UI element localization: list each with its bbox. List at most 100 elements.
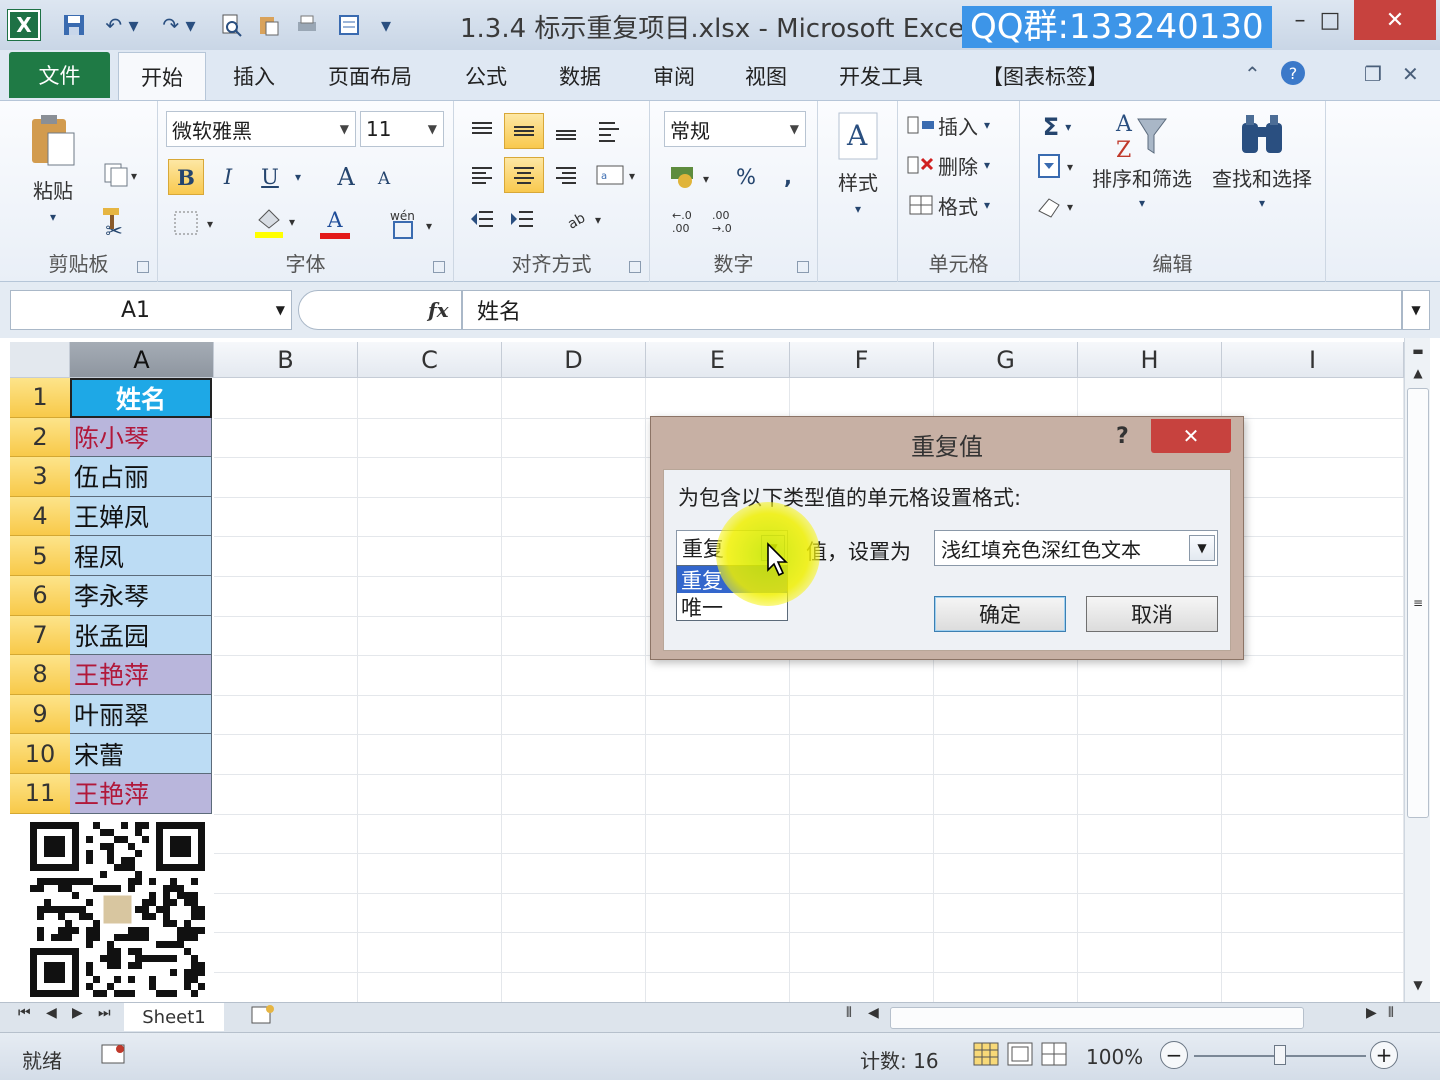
dialog-help-button[interactable]: ? [1116, 424, 1129, 449]
row-header[interactable]: 9 [10, 694, 70, 735]
next-sheet-icon[interactable]: ▶ [72, 1005, 83, 1021]
copy-icon[interactable]: ▾ [94, 159, 146, 191]
align-middle-icon[interactable] [504, 113, 544, 149]
last-sheet-icon[interactable]: ⏭ [98, 1005, 111, 1021]
format-painter-icon[interactable] [96, 201, 130, 235]
header-cell[interactable]: 姓名 [70, 378, 212, 418]
scroll-down-icon[interactable]: ▼ [1405, 972, 1431, 998]
row-header[interactable]: 2 [10, 417, 70, 458]
increase-decimal-icon[interactable]: ←.0.00 [668, 203, 704, 239]
duplicate-cell[interactable]: 王艳萍 [70, 774, 212, 814]
sheet-tab[interactable]: Sheet1 [124, 1003, 224, 1031]
h-split-icon[interactable]: ⫴ [1388, 1005, 1394, 1021]
find-select-button[interactable]: 查找和选择 ▾ [1204, 107, 1320, 237]
autosum-button[interactable]: Σ ▾ [1032, 109, 1082, 145]
close-button[interactable]: ✕ [1354, 0, 1436, 40]
underline-button[interactable]: U [252, 159, 288, 195]
table-cell[interactable]: 宋蕾 [70, 734, 212, 774]
column-header-d[interactable]: D [502, 342, 646, 378]
print-icon[interactable] [290, 10, 324, 40]
comma-style-button[interactable]: , [774, 159, 802, 195]
vertical-scrollbar[interactable]: ▬ ▲ ≡ ▼ [1404, 338, 1430, 1002]
table-cell[interactable]: 王婵凤 [70, 496, 212, 537]
table-cell[interactable]: 程凤 [70, 536, 212, 576]
column-header-b[interactable]: B [214, 342, 358, 378]
first-sheet-icon[interactable]: ⏮ [18, 1005, 31, 1021]
underline-dropdown-icon[interactable]: ▾ [288, 159, 308, 195]
tab-home[interactable]: 开始 [118, 52, 206, 100]
ok-button[interactable]: 确定 [934, 596, 1066, 632]
tab-page-layout[interactable]: 页面布局 [312, 52, 428, 100]
column-header-c[interactable]: C [358, 342, 502, 378]
delete-cells-button[interactable]: 删除 ▾ [906, 147, 1016, 183]
row-header[interactable]: 8 [10, 655, 70, 695]
clipboard-launcher-icon[interactable] [137, 261, 149, 273]
align-center-icon[interactable] [504, 157, 544, 193]
bold-button[interactable]: B [168, 159, 204, 195]
table-cell[interactable]: 叶丽翠 [70, 694, 212, 735]
shrink-font-button[interactable]: A [368, 163, 400, 195]
fill-color-icon[interactable]: ▾ [250, 203, 304, 243]
orientation-icon[interactable]: ab ▾ [560, 201, 610, 237]
scroll-left-icon[interactable]: ◀ [868, 1005, 879, 1021]
font-name-select[interactable]: 微软雅黑 ▼ [166, 111, 356, 147]
name-box[interactable]: A1 ▼ [10, 290, 292, 330]
page-layout-view-icon[interactable] [1006, 1041, 1034, 1072]
column-header-g[interactable]: G [934, 342, 1078, 378]
duplicate-cell[interactable]: 王艳萍 [70, 655, 212, 695]
font-launcher-icon[interactable] [433, 261, 445, 273]
page-break-view-icon[interactable] [1040, 1041, 1068, 1072]
redo-icon[interactable]: ↷ ▾ [154, 10, 204, 40]
expand-formula-bar-icon[interactable]: ▼ [1402, 290, 1430, 330]
cancel-button[interactable]: 取消 [1086, 596, 1218, 632]
formula-input[interactable]: 姓名 [462, 290, 1402, 330]
customize-toolbar-icon[interactable]: ▾ [374, 10, 398, 40]
zoom-level[interactable]: 100% [1086, 1045, 1143, 1069]
font-color-button[interactable]: A [308, 203, 362, 243]
borders-icon[interactable]: ▾ [170, 205, 220, 241]
sort-filter-button[interactable]: AZ 排序和筛选 ▾ [1086, 107, 1198, 237]
print-preview-icon[interactable] [214, 10, 248, 40]
row-header[interactable]: 5 [10, 536, 70, 576]
row-header[interactable]: 10 [10, 734, 70, 774]
align-bottom-icon[interactable] [548, 113, 584, 149]
insert-sheet-icon[interactable] [250, 1003, 276, 1031]
save-icon[interactable] [58, 10, 90, 40]
select-all-corner[interactable] [10, 342, 70, 378]
prev-sheet-icon[interactable]: ◀ [46, 1005, 57, 1021]
fill-icon[interactable]: ▾ [1032, 149, 1082, 185]
row-header[interactable]: 4 [10, 496, 70, 537]
horizontal-scroll-thumb[interactable] [890, 1007, 1304, 1029]
table-cell[interactable]: 张孟园 [70, 615, 212, 656]
minimize-ribbon-icon[interactable]: ⌃ [1244, 62, 1261, 86]
zoom-out-icon[interactable]: − [1160, 1041, 1188, 1069]
grow-font-button[interactable]: A [328, 159, 364, 195]
normal-view-icon[interactable] [972, 1041, 1000, 1072]
row-header[interactable]: 3 [10, 457, 70, 497]
chevron-down-icon[interactable]: ▼ [1189, 535, 1215, 561]
table-cell[interactable]: 伍占丽 [70, 457, 212, 497]
decrease-decimal-icon[interactable]: .00 →.0 [708, 203, 744, 239]
clear-icon[interactable]: ▾ [1032, 189, 1082, 225]
tab-file[interactable]: 文件 [9, 52, 110, 98]
tab-data[interactable]: 数据 [542, 52, 618, 100]
accounting-format-icon[interactable]: ▾ [666, 159, 720, 195]
paste-special-icon[interactable] [252, 10, 286, 40]
duplicate-cell[interactable]: 陈小琴 [70, 417, 212, 458]
wrap-text-icon[interactable] [592, 113, 628, 149]
row-header[interactable]: 11 [10, 774, 70, 814]
tab-review[interactable]: 审阅 [636, 52, 712, 100]
dialog-close-button[interactable]: ✕ [1151, 419, 1231, 453]
zoom-in-icon[interactable]: + [1370, 1041, 1398, 1069]
tab-split-icon[interactable]: ⫴ [846, 1005, 852, 1021]
macro-record-icon[interactable] [100, 1041, 128, 1072]
increase-indent-icon[interactable] [504, 201, 540, 237]
zoom-slider-thumb[interactable] [1274, 1045, 1286, 1065]
insert-cells-button[interactable]: 插入 ▾ [906, 107, 1016, 143]
number-launcher-icon[interactable] [797, 261, 809, 273]
align-top-icon[interactable] [464, 113, 500, 149]
column-header-f[interactable]: F [790, 342, 934, 378]
tab-formulas[interactable]: 公式 [448, 52, 524, 100]
scroll-up-icon[interactable]: ▲ [1405, 360, 1431, 386]
decrease-indent-icon[interactable] [464, 201, 500, 237]
